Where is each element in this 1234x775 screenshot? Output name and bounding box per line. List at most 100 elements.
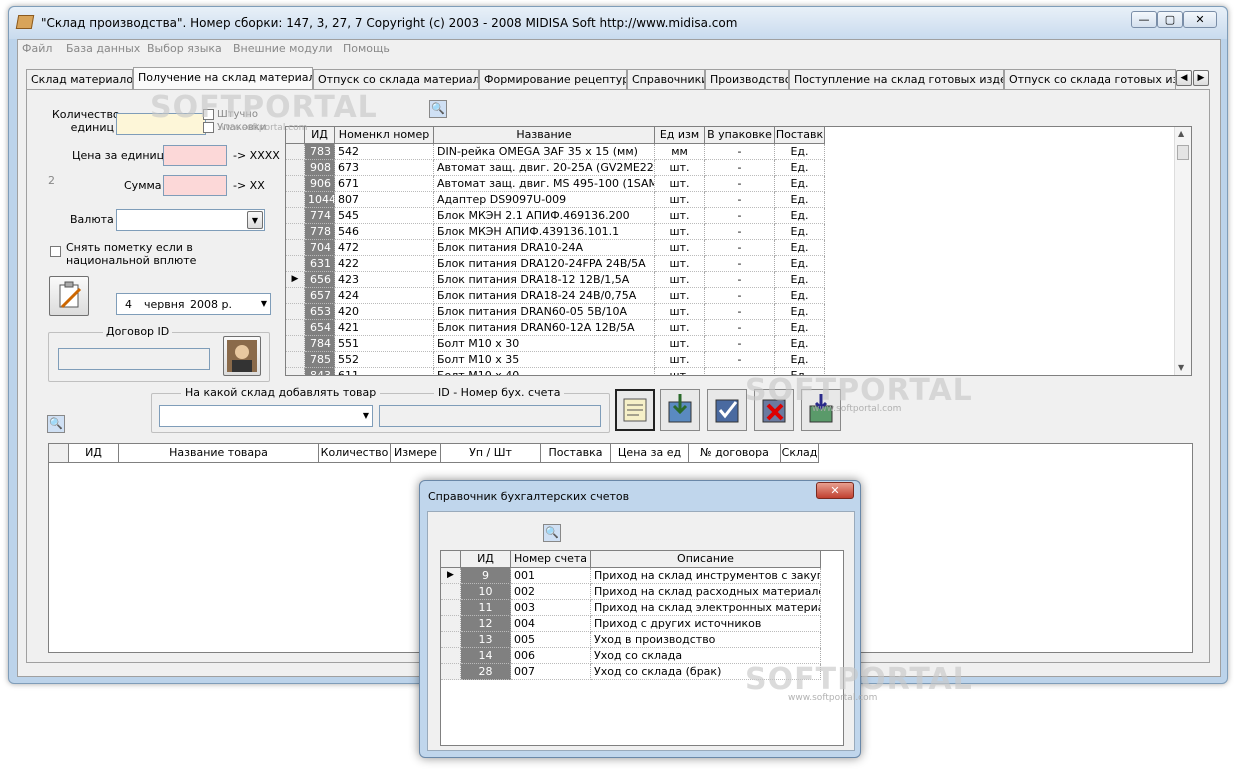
row-indicator[interactable] (286, 336, 305, 352)
cell-per-pack[interactable]: - (705, 272, 775, 288)
cell-name[interactable]: Блок питания DRA10-24A (434, 240, 655, 256)
cell-id[interactable]: 1044 (305, 192, 335, 208)
cell-per-pack[interactable]: - (705, 144, 775, 160)
cell-per-pack[interactable]: - (705, 288, 775, 304)
row-indicator[interactable] (441, 632, 461, 648)
cell-account-number[interactable]: 001 (511, 568, 591, 584)
cell-unit[interactable]: шт. (655, 208, 705, 224)
row-indicator[interactable] (286, 224, 305, 240)
row-indicator[interactable] (286, 304, 305, 320)
cell-supply[interactable]: Ед. (775, 256, 825, 272)
cell-supply[interactable]: Ед. (775, 304, 825, 320)
row-indicator[interactable] (286, 256, 305, 272)
cell-id[interactable]: 704 (305, 240, 335, 256)
cell-id[interactable]: 653 (305, 304, 335, 320)
col-header-unit-price[interactable]: Цена за ед (611, 444, 689, 463)
cell-id[interactable]: 906 (305, 176, 335, 192)
cell-name[interactable]: DIN-рейка OMEGA ЗАF 35 x 15 (мм) (434, 144, 655, 160)
tab-issue-materials[interactable]: Отпуск со склада материалов (313, 69, 479, 89)
cell-supply[interactable]: Ед. (775, 336, 825, 352)
cell-nomenclature[interactable]: 421 (335, 320, 434, 336)
col-header-supply[interactable]: Поставк (775, 127, 825, 144)
cell-name[interactable]: Адаптер DS9097U-009 (434, 192, 655, 208)
row-indicator[interactable] (286, 368, 305, 375)
tab-directories[interactable]: Справочники (627, 69, 705, 89)
tab-issue-finished[interactable]: Отпуск со склада готовых изделий (1004, 69, 1176, 89)
col-header-per-pack[interactable]: В упаковке (705, 127, 775, 144)
menu-external-modules[interactable]: Внешние модули (233, 42, 333, 55)
cell-account-number[interactable]: 004 (511, 616, 591, 632)
chevron-down-icon[interactable]: ▼ (247, 211, 263, 229)
col-header-measure[interactable]: Измере (391, 444, 441, 463)
contract-input[interactable] (58, 348, 210, 370)
cell-name[interactable]: Блок питания DRA18-24 24В/0,75А (434, 288, 655, 304)
cell-nomenclature[interactable]: 611 (335, 368, 434, 375)
import-button[interactable] (660, 389, 700, 431)
minimize-button[interactable]: — (1131, 11, 1157, 28)
cell-id[interactable]: 654 (305, 320, 335, 336)
cell-nomenclature[interactable]: 551 (335, 336, 434, 352)
col-header-contract-number[interactable]: № договора (689, 444, 781, 463)
search-icon[interactable]: 🔍 (429, 100, 447, 118)
menu-database[interactable]: База данных (66, 42, 140, 55)
warehouse-select[interactable]: ▼ (159, 405, 373, 427)
title-bar[interactable]: "Склад производства". Номер сборки: 147,… (9, 7, 1227, 39)
national-currency-checkbox[interactable] (50, 246, 61, 257)
cell-id[interactable]: 631 (305, 256, 335, 272)
cell-supply[interactable]: Ед. (775, 352, 825, 368)
price-input[interactable] (163, 145, 227, 166)
cell-name[interactable]: Болт М10 x 40 (434, 368, 655, 375)
cell-per-pack[interactable]: - (705, 192, 775, 208)
menu-help[interactable]: Помощь (343, 42, 390, 55)
col-header-quantity[interactable]: Количество (319, 444, 391, 463)
col-header-description[interactable]: Описание (591, 551, 821, 568)
cell-name[interactable]: Болт М10 x 30 (434, 336, 655, 352)
cell-id[interactable]: 778 (305, 224, 335, 240)
cell-id[interactable]: 657 (305, 288, 335, 304)
cell-supply[interactable]: Ед. (775, 144, 825, 160)
row-indicator[interactable] (441, 648, 461, 664)
cell-description[interactable]: Приход на склад расходных материалов с з (591, 584, 821, 600)
cell-id[interactable]: 12 (461, 616, 511, 632)
cell-id[interactable]: 13 (461, 632, 511, 648)
cell-name[interactable]: Автомат защ. двиг. MS 495-100 (1SAM550 (434, 176, 655, 192)
account-input[interactable] (379, 405, 601, 427)
row-indicator[interactable]: ▶ (441, 568, 461, 584)
cell-nomenclature[interactable]: 673 (335, 160, 434, 176)
cell-unit[interactable]: мм (655, 144, 705, 160)
cell-per-pack[interactable]: - (705, 240, 775, 256)
tab-recipe[interactable]: Формирование рецептуры (479, 69, 627, 89)
cell-description[interactable]: Приход на склад электронных материалов (591, 600, 821, 616)
form-button[interactable] (615, 389, 655, 431)
cell-id[interactable]: 843 (305, 368, 335, 375)
cell-id[interactable]: 10 (461, 584, 511, 600)
row-indicator[interactable] (441, 664, 461, 680)
cell-unit[interactable]: шт. (655, 288, 705, 304)
cell-nomenclature[interactable]: 424 (335, 288, 434, 304)
cell-nomenclature[interactable]: 552 (335, 352, 434, 368)
clipboard-button[interactable] (49, 276, 89, 316)
cell-id[interactable]: 14 (461, 648, 511, 664)
tab-scroll-right-button[interactable]: ▶ (1193, 70, 1209, 86)
cell-unit[interactable]: шт. (655, 176, 705, 192)
cell-account-number[interactable]: 006 (511, 648, 591, 664)
cell-supply[interactable]: Ед. (775, 160, 825, 176)
chevron-down-icon[interactable]: ▼ (261, 299, 267, 308)
row-indicator[interactable] (286, 208, 305, 224)
cell-account-number[interactable]: 002 (511, 584, 591, 600)
col-header-pack-piece[interactable]: Уп / Шт (441, 444, 541, 463)
cell-id[interactable]: 783 (305, 144, 335, 160)
col-header-product-name[interactable]: Название товара (119, 444, 319, 463)
menu-language[interactable]: Выбор языка (147, 42, 222, 55)
cell-per-pack[interactable]: - (705, 352, 775, 368)
cell-unit[interactable]: шт. (655, 256, 705, 272)
cell-supply[interactable]: Ед. (775, 224, 825, 240)
cell-unit[interactable]: шт. (655, 240, 705, 256)
cell-name[interactable]: Блок питания DRAN60-12A 12В/5А (434, 320, 655, 336)
cell-nomenclature[interactable]: 807 (335, 192, 434, 208)
col-header-name[interactable]: Название (434, 127, 655, 144)
row-indicator[interactable] (286, 320, 305, 336)
row-indicator[interactable] (286, 352, 305, 368)
cell-unit[interactable]: шт. (655, 224, 705, 240)
cell-nomenclature[interactable]: 472 (335, 240, 434, 256)
